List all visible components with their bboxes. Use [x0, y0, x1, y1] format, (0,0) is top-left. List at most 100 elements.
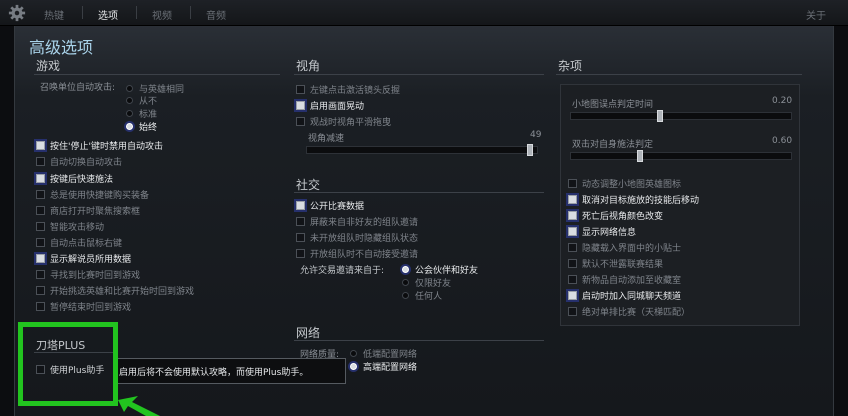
tab-options[interactable]: 选项 — [98, 7, 118, 22]
summon-attack-label: 召唤单位自动攻击: — [40, 83, 116, 93]
checkbox-return-on-pick-start[interactable]: 开始挑选英雄和比赛开始时回到游戏 — [36, 283, 194, 298]
checkbox-auto-add-collection[interactable]: 新物品自动添加至收藏室 — [568, 272, 681, 287]
radio-network-low[interactable]: 低端配置网络 — [350, 347, 417, 360]
section-divider — [294, 192, 544, 193]
checkbox-box[interactable] — [568, 291, 577, 300]
checkbox-box[interactable] — [296, 233, 305, 242]
checkbox-box[interactable] — [568, 227, 577, 236]
checkbox-left-click-camera-grip[interactable]: 左键点击激活镜头反握 — [296, 82, 400, 97]
section-title-misc: 杂项 — [558, 59, 583, 73]
tab-divider — [136, 6, 137, 19]
gear-icon[interactable] — [8, 4, 26, 22]
checkbox-box[interactable] — [568, 211, 577, 220]
radio-summon-standard[interactable]: 标准 — [126, 107, 157, 120]
section-divider — [294, 74, 544, 75]
slider-handle[interactable] — [657, 110, 663, 122]
checkbox-box[interactable] — [296, 217, 305, 226]
checkbox-no-league-spoilers[interactable]: 默认不泄露联赛结果 — [568, 256, 663, 271]
checkbox-smooth-spectator-drag[interactable]: 观战时视角平滑拖曳 — [296, 114, 391, 129]
top-tab-bar: 热键 选项 视频 音频 关于 — [0, 0, 848, 26]
plus-assistant-tooltip: 启用后将不会使用默认攻略，而使用Plus助手。 — [114, 358, 346, 384]
slider-handle[interactable] — [637, 150, 643, 162]
minimap-misclick-slider[interactable] — [570, 110, 792, 122]
trade-invites-label: 允许交易邀请来自于: — [300, 266, 385, 276]
tab-video[interactable]: 视频 — [152, 7, 172, 22]
checkbox-box[interactable] — [36, 157, 45, 166]
checkbox-return-on-unpause[interactable]: 暂停结束时回到游戏 — [36, 299, 131, 314]
radio-trade-friends-only[interactable]: 仅限好友 — [402, 276, 451, 289]
checkbox-dynamic-minimap-icons[interactable]: 动态调整小地图英雄图标 — [568, 176, 681, 191]
about-link[interactable]: 关于 — [806, 7, 826, 22]
checkbox-box[interactable] — [36, 190, 45, 199]
checkbox-box[interactable] — [296, 249, 305, 258]
self-cast-label: 双击对自身施法判定 — [572, 140, 654, 150]
radio-network-high[interactable]: 高端配置网络 — [350, 360, 417, 373]
section-divider — [34, 74, 280, 75]
page-title: 高级选项 — [29, 38, 94, 57]
radio-summon-same-as-hero[interactable]: 与英雄相同 — [126, 82, 184, 95]
radio-summon-never[interactable]: 从不 — [126, 94, 157, 107]
section-title-network: 网络 — [296, 326, 321, 340]
checkbox-box[interactable] — [296, 101, 305, 110]
highlight-box — [18, 322, 118, 406]
checkbox-box[interactable] — [36, 238, 45, 247]
checkbox-hotkey-purchase[interactable]: 总是使用快捷键购买装备 — [36, 187, 149, 202]
camera-slowdown-value: 49 — [530, 130, 542, 140]
checkbox-block-nonfriend-invites[interactable]: 屏蔽来自非好友的组队邀请 — [296, 214, 418, 229]
checkbox-box[interactable] — [568, 259, 577, 268]
checkbox-box[interactable] — [36, 206, 45, 215]
checkbox-box[interactable] — [36, 254, 45, 263]
checkbox-shop-search-focus[interactable]: 商店打开时聚焦搜索框 — [36, 203, 140, 218]
checkbox-toggle-autoattack[interactable]: 自动切换自动攻击 — [36, 154, 122, 169]
checkbox-smart-attack-move[interactable]: 智能攻击移动 — [36, 219, 104, 234]
self-cast-value: 0.60 — [772, 136, 793, 146]
checkbox-box[interactable] — [568, 243, 577, 252]
checkbox-public-match-data[interactable]: 公开比赛数据 — [296, 198, 364, 213]
section-title-camera: 视角 — [296, 59, 321, 73]
checkbox-box[interactable] — [296, 201, 305, 210]
minimap-misclick-label: 小地图误点判定时间 — [572, 100, 654, 110]
self-cast-slider[interactable] — [570, 150, 792, 162]
radio-summon-always[interactable]: 始终 — [126, 120, 157, 133]
camera-slowdown-slider[interactable] — [306, 144, 538, 156]
checkbox-death-color-change[interactable]: 死亡后视角颜色改变 — [568, 208, 663, 223]
radio-trade-guild-friends[interactable]: 公会伙伴和好友 — [402, 263, 478, 276]
checkbox-return-on-match-found[interactable]: 寻找到比赛时回到游戏 — [36, 267, 140, 282]
section-title-game: 游戏 — [36, 59, 61, 73]
checkbox-box[interactable] — [296, 117, 305, 126]
tab-audio[interactable]: 音频 — [206, 7, 226, 22]
checkbox-box[interactable] — [568, 307, 577, 316]
checkbox-disable-autoattack-on-stop[interactable]: 按住'停止'键时禁用自动攻击 — [36, 138, 163, 153]
tab-hotkeys[interactable]: 热键 — [44, 7, 64, 22]
checkbox-box[interactable] — [296, 85, 305, 94]
checkbox-box[interactable] — [36, 286, 45, 295]
checkbox-network-info[interactable]: 显示网络信息 — [568, 224, 636, 239]
minimap-misclick-value: 0.20 — [772, 96, 793, 106]
checkbox-hide-loading-tips[interactable]: 隐藏载入界面中的小贴士 — [568, 240, 681, 255]
section-divider — [294, 340, 544, 341]
checkbox-screen-shake[interactable]: 启用画面晃动 — [296, 98, 364, 113]
arrow-up-left-icon — [118, 396, 160, 416]
tab-divider — [190, 6, 191, 19]
checkbox-join-local-chat[interactable]: 启动时加入同城聊天频道 — [568, 288, 681, 303]
checkbox-box[interactable] — [36, 302, 45, 311]
checkbox-box[interactable] — [36, 141, 45, 150]
checkbox-quickcast[interactable]: 按键后快速施法 — [36, 171, 113, 186]
checkbox-box[interactable] — [568, 275, 577, 284]
checkbox-move-after-cancel[interactable]: 取消对目标施放的技能后移动 — [568, 192, 699, 207]
slider-handle[interactable] — [527, 144, 533, 156]
checkbox-box[interactable] — [36, 270, 45, 279]
radio-trade-anyone[interactable]: 任何人 — [402, 289, 442, 302]
checkbox-box[interactable] — [36, 222, 45, 231]
checkbox-box[interactable] — [568, 195, 577, 204]
checkbox-no-auto-accept[interactable]: 开放组队时不自动接受邀请 — [296, 246, 418, 261]
checkbox-auto-right-click[interactable]: 自动点击鼠标右键 — [36, 235, 122, 250]
checkbox-caster-data[interactable]: 显示解说员所用数据 — [36, 251, 131, 266]
section-divider — [556, 74, 802, 75]
section-title-social: 社交 — [296, 178, 321, 192]
checkbox-solo-ranked[interactable]: 绝对单排比赛（天梯匹配） — [568, 304, 690, 319]
camera-slowdown-label: 视角减速 — [308, 134, 345, 144]
checkbox-hide-party-status[interactable]: 未开放组队时隐藏组队状态 — [296, 230, 418, 245]
checkbox-box[interactable] — [36, 174, 45, 183]
checkbox-box[interactable] — [568, 179, 577, 188]
